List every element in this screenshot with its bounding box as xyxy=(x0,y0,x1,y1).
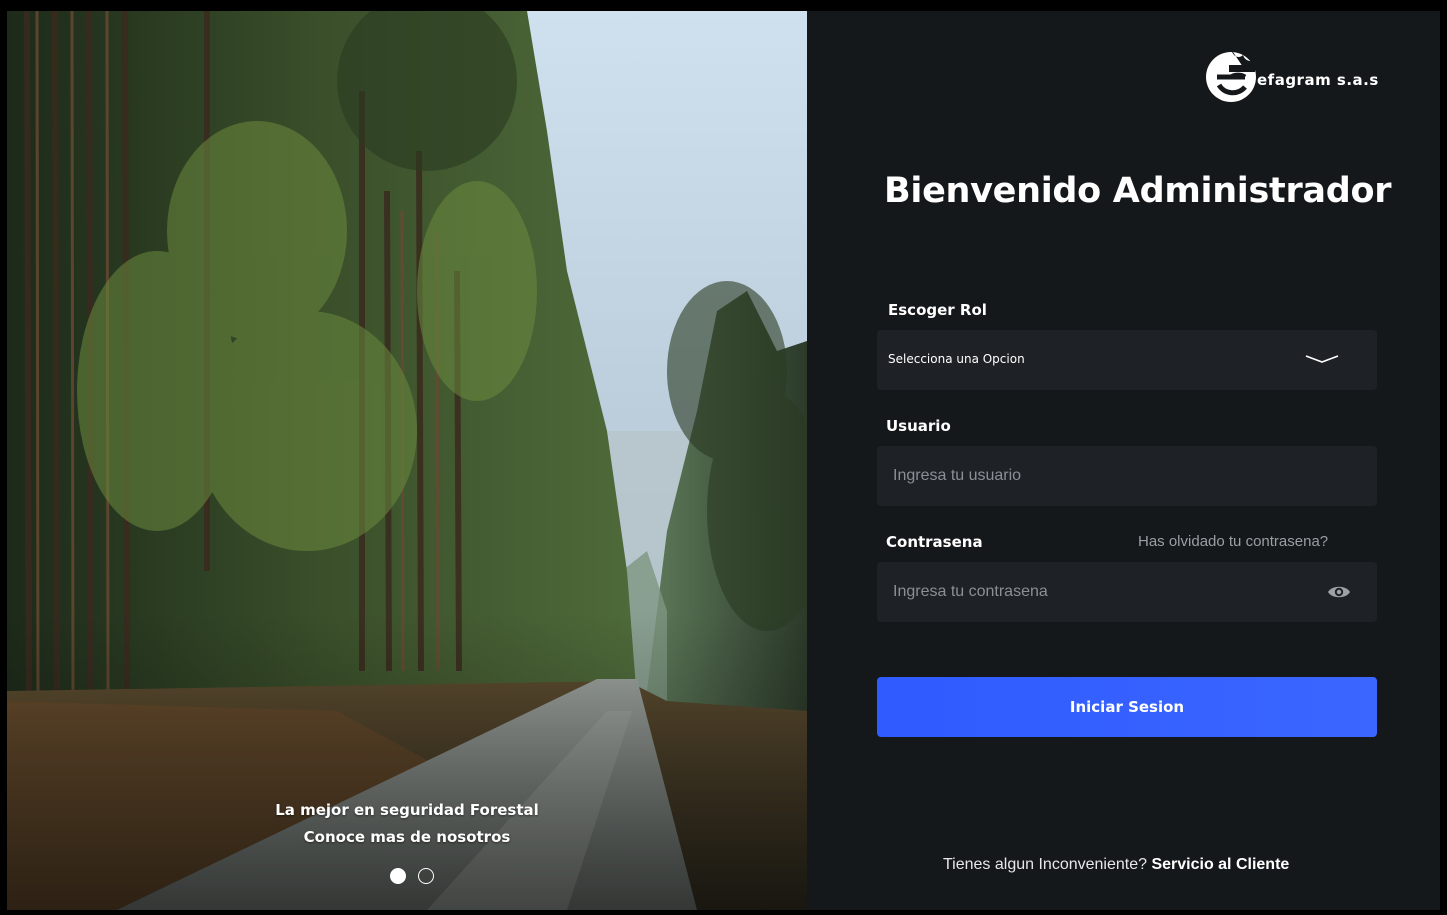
password-label: Contrasena xyxy=(886,533,983,551)
forest-road-image xyxy=(7,11,807,910)
login-panel: efagram s.a.s Bienvenido Administrador E… xyxy=(807,11,1440,910)
user-input[interactable] xyxy=(877,446,1377,506)
page-title: Bienvenido Administrador xyxy=(884,171,1392,211)
hero-image-panel: La mejor en seguridad Forestal Conoce ma… xyxy=(7,11,807,910)
role-label: Escoger Rol xyxy=(888,301,987,319)
hero-caption-subtitle: Conoce mas de nosotros xyxy=(303,828,511,846)
carousel-dot-2[interactable] xyxy=(418,868,434,884)
customer-service-link[interactable]: Servicio al Cliente xyxy=(1151,856,1289,873)
carousel-dots xyxy=(390,868,434,884)
role-select-value: Selecciona una Opcion xyxy=(888,352,1025,366)
role-select[interactable]: Selecciona una Opcion xyxy=(877,330,1377,390)
chevron-down-icon xyxy=(1305,355,1339,363)
help-text: Tienes algun Inconveniente? xyxy=(943,856,1147,873)
password-input[interactable] xyxy=(877,562,1377,622)
login-screen: La mejor en seguridad Forestal Conoce ma… xyxy=(7,11,1440,910)
hero-caption: La mejor en seguridad Forestal Conoce ma… xyxy=(7,797,807,851)
brand-logo: efagram s.a.s xyxy=(1205,47,1379,103)
carousel-dot-1[interactable] xyxy=(390,868,406,884)
password-field xyxy=(877,562,1377,622)
user-field xyxy=(877,446,1377,506)
forgot-password-link[interactable]: Has olvidado tu contrasena? xyxy=(1138,533,1328,550)
efagram-logo-icon xyxy=(1206,49,1257,102)
user-label: Usuario xyxy=(886,417,951,435)
brand-name: efagram s.a.s xyxy=(1257,71,1379,89)
help-line: Tienes algun Inconveniente? Servicio al … xyxy=(807,856,1440,874)
hero-caption-title: La mejor en seguridad Forestal xyxy=(275,801,539,819)
eye-icon[interactable] xyxy=(1327,583,1351,601)
login-button[interactable]: Iniciar Sesion xyxy=(877,677,1377,737)
